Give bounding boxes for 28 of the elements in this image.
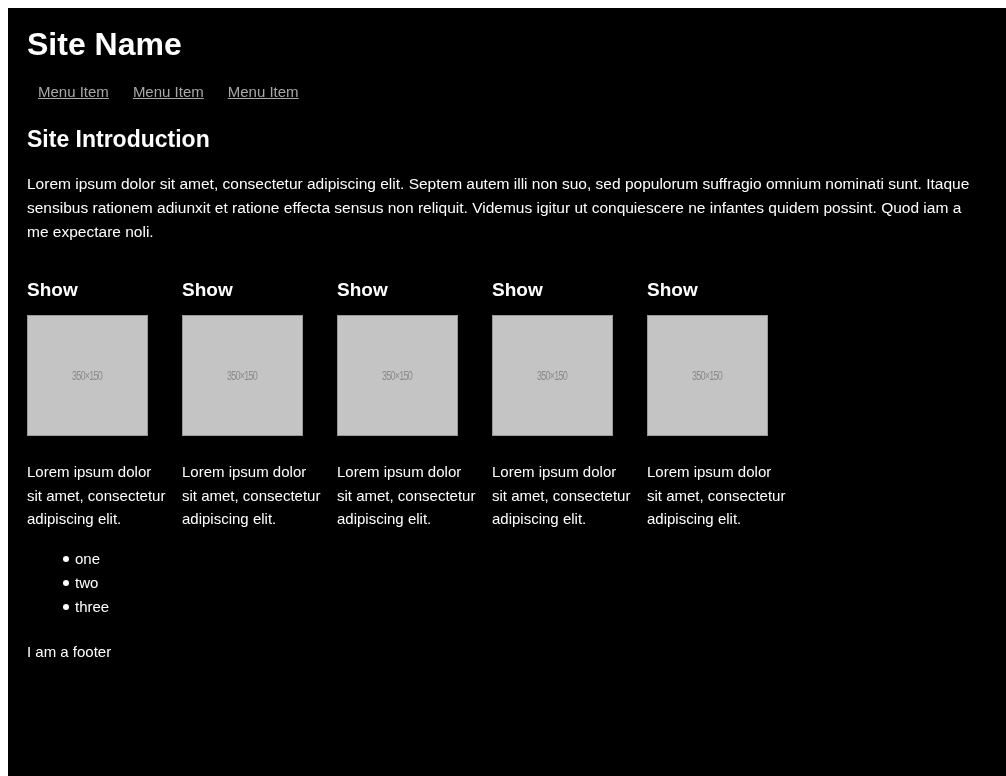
show-title: Show [337, 278, 388, 302]
list-item: two [75, 572, 99, 593]
menu-link[interactable]: Menu Item [132, 82, 204, 102]
site-name: Site Name [27, 25, 182, 64]
show-description: Lorem ipsum dolor sit amet, consectetur adipiscing elit. [647, 462, 787, 529]
show-description: Lorem ipsum dolor sit amet, consectetur adipiscing elit. [27, 462, 167, 529]
placeholder-label: 350×150 [382, 367, 413, 385]
bullet-icon [63, 579, 69, 586]
show-description: Lorem ipsum dolor sit amet, consectetur adipiscing elit. [492, 462, 632, 529]
bullet-icon [63, 603, 69, 610]
placeholder-label: 350×150 [72, 367, 103, 385]
section-heading: Site Introduction [27, 125, 210, 154]
menu-link[interactable]: Menu Item [227, 82, 299, 102]
placeholder-label: 350×150 [227, 367, 258, 385]
show-title: Show [27, 278, 78, 302]
bullet-icon [63, 555, 69, 562]
show-title: Show [492, 278, 543, 302]
show-description: Lorem ipsum dolor sit amet, consectetur adipiscing elit. [182, 462, 322, 529]
show-title: Show [647, 278, 698, 302]
list-item: one [75, 548, 101, 569]
show-description: Lorem ipsum dolor sit amet, consectetur adipiscing elit. [337, 462, 477, 529]
intro-paragraph: Lorem ipsum dolor sit amet, consectetur adipiscing elit. Septem autem illi non suo, sed populorum suffragio omnium nominati sunt. Itaque sensibus rationem adiunxit et ratione effecta sensus non reliquit. Videmus igitur ut conquiescere ne infantes quidem possint. Quod iam a me expectare noli. [27, 174, 971, 242]
show-title: Show [182, 278, 233, 302]
footer-text: I am a footer [27, 641, 112, 662]
placeholder-label: 350×150 [692, 367, 723, 385]
menu-link[interactable]: Menu Item [38, 82, 109, 102]
placeholder-label: 350×150 [537, 367, 568, 385]
list-item: three [75, 596, 110, 617]
